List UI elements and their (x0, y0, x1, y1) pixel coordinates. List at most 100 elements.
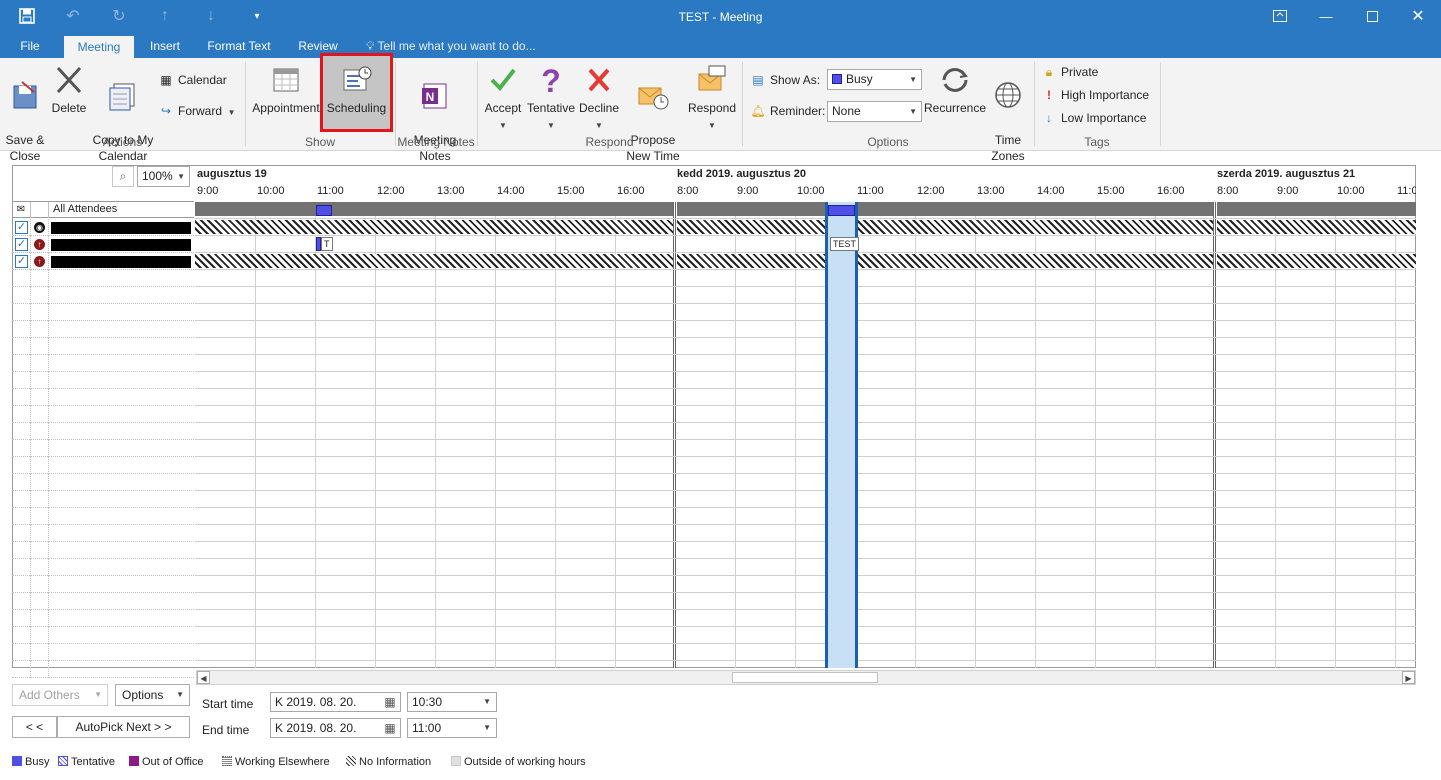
attendee-name-cell[interactable] (49, 219, 194, 236)
options-button[interactable]: Options ▼ (115, 684, 190, 706)
attendee-row (12, 610, 194, 627)
attendee-row (12, 338, 194, 355)
legend-outside-hours: Outside of working hours (451, 756, 586, 768)
time-zones-button[interactable]: Time Zones (988, 64, 1028, 164)
attendee-name-cell[interactable] (49, 236, 194, 253)
svg-text:N: N (426, 90, 435, 104)
grid-row (195, 287, 1416, 304)
hour-label: 15:00 (1097, 185, 1125, 197)
attendee-check-cell (12, 355, 31, 372)
attendee-row[interactable]: ✓ ↑ (12, 236, 194, 253)
attendee-row (12, 525, 194, 542)
forward-button[interactable]: ↪ Forward ▼ (158, 101, 236, 121)
copy-to-calendar-button[interactable]: Copy to My Calendar (89, 64, 157, 164)
grid-row (195, 576, 1416, 593)
scroll-left-icon[interactable]: ◀ (197, 671, 210, 684)
reminder-select[interactable]: None ▼ (827, 101, 922, 122)
grid-row (195, 355, 1416, 372)
chevron-down-icon: ▼ (595, 121, 603, 130)
attendee-role-cell (31, 355, 49, 372)
group-separator (245, 62, 246, 146)
propose-time-icon (638, 87, 669, 110)
tab-insert[interactable]: Insert (140, 36, 190, 58)
attendee-check-cell (12, 474, 31, 491)
attendee-name-cell (49, 287, 194, 304)
organizer-icon[interactable]: ◉ (34, 222, 45, 233)
scroll-right-icon[interactable]: ▶ (1402, 671, 1415, 684)
end-date-field[interactable]: K 2019. 08. 20. ▦ (270, 718, 401, 738)
meeting-notes-button[interactable]: N Meeting Notes (405, 64, 465, 164)
title-bar: ↶ ↻ ↑ ↓ ▾ TEST - Meeting — ✕ (0, 0, 1441, 36)
high-importance-button[interactable]: ! High Importance (1041, 85, 1149, 105)
save-close-button[interactable]: Save & Close (3, 64, 47, 164)
tentative-button[interactable]: ? Tentative ▼ (525, 64, 577, 134)
calendar-icon[interactable]: ▦ (382, 694, 398, 710)
minimize-button[interactable]: — (1303, 0, 1349, 32)
tab-file[interactable]: File (10, 36, 50, 58)
grid-row (195, 644, 1416, 661)
hour-label: 13:00 (437, 185, 465, 197)
attendee-check-cell (12, 338, 31, 355)
private-button[interactable]: 🔒︎ Private (1041, 62, 1099, 82)
grid-row (195, 423, 1416, 440)
decline-button[interactable]: Decline ▼ (577, 64, 621, 134)
required-attendee-icon[interactable]: ↑ (34, 239, 45, 250)
respond-button[interactable]: Respond ▼ (686, 64, 738, 134)
attendee-role-cell (31, 304, 49, 321)
question-mark-icon: ? (541, 64, 561, 96)
show-as-select[interactable]: Busy ▼ (827, 69, 922, 90)
no-information-block (1217, 220, 1416, 234)
accept-button[interactable]: Accept ▼ (481, 64, 525, 134)
busy-swatch (832, 74, 842, 84)
attendee-name-cell (49, 304, 194, 321)
grid-row (195, 389, 1416, 406)
attendee-checkbox[interactable]: ✓ (15, 238, 28, 251)
start-date-field[interactable]: K 2019. 08. 20. ▦ (270, 692, 401, 712)
appointment-button[interactable]: Appointment (250, 64, 322, 116)
forward-icon: ↪ (160, 104, 172, 118)
attendee-name-cell (49, 593, 194, 610)
tab-format-text[interactable]: Format Text (200, 36, 278, 58)
attendee-row[interactable]: ✓ ↑ (12, 253, 194, 270)
group-separator (742, 62, 743, 146)
horizontal-scrollbar[interactable]: ◀ ▶ (196, 670, 1416, 685)
attendee-role-cell (31, 542, 49, 559)
tab-meeting[interactable]: Meeting (64, 36, 134, 58)
attendee-check-cell (12, 270, 31, 287)
group-label-show: Show (304, 135, 336, 149)
group-label-actions: Actions (102, 135, 143, 149)
ribbon-display-icon[interactable] (1257, 0, 1303, 32)
add-others-button[interactable]: Add Others ▼ (12, 684, 108, 706)
low-importance-button[interactable]: ↓ Low Importance (1041, 108, 1146, 128)
grid-row (195, 508, 1416, 525)
attendee-row (12, 474, 194, 491)
grid-row (195, 559, 1416, 576)
attendee-name-cell[interactable] (49, 253, 194, 270)
attendee-checkbox[interactable]: ✓ (15, 221, 28, 234)
legend-out-of-office: Out of Office (129, 756, 204, 768)
attendee-check-cell (12, 644, 31, 661)
delete-button[interactable]: Delete (48, 64, 90, 116)
attendee-checkbox[interactable]: ✓ (15, 255, 28, 268)
calendar-button[interactable]: ▦ Calendar (158, 70, 226, 90)
recurrence-icon (942, 68, 968, 92)
attendee-check-cell (12, 491, 31, 508)
propose-new-time-button[interactable]: Propose New Time (620, 64, 686, 164)
maximize-button[interactable] (1349, 0, 1395, 32)
attendee-role-cell (31, 593, 49, 610)
attendee-row[interactable]: ✓ ◉ (12, 219, 194, 236)
attendee-role-cell (31, 406, 49, 423)
required-attendee-icon[interactable]: ↑ (34, 256, 45, 267)
hour-label: 8:00 (1217, 185, 1239, 197)
end-time-field[interactable]: 11:00 ▼ (407, 718, 497, 738)
start-time-field[interactable]: 10:30 ▼ (407, 692, 497, 712)
onenote-icon: N (422, 83, 447, 109)
selected-time-range[interactable] (825, 202, 858, 668)
attendee-name-cell (49, 372, 194, 389)
close-button[interactable]: ✕ (1395, 0, 1441, 32)
previous-button[interactable]: < < (12, 716, 57, 738)
recurrence-button[interactable]: Recurrence (923, 64, 987, 116)
calendar-icon[interactable]: ▦ (382, 720, 398, 736)
autopick-next-button[interactable]: AutoPick Next > > (57, 716, 190, 738)
scroll-thumb[interactable] (732, 672, 878, 683)
